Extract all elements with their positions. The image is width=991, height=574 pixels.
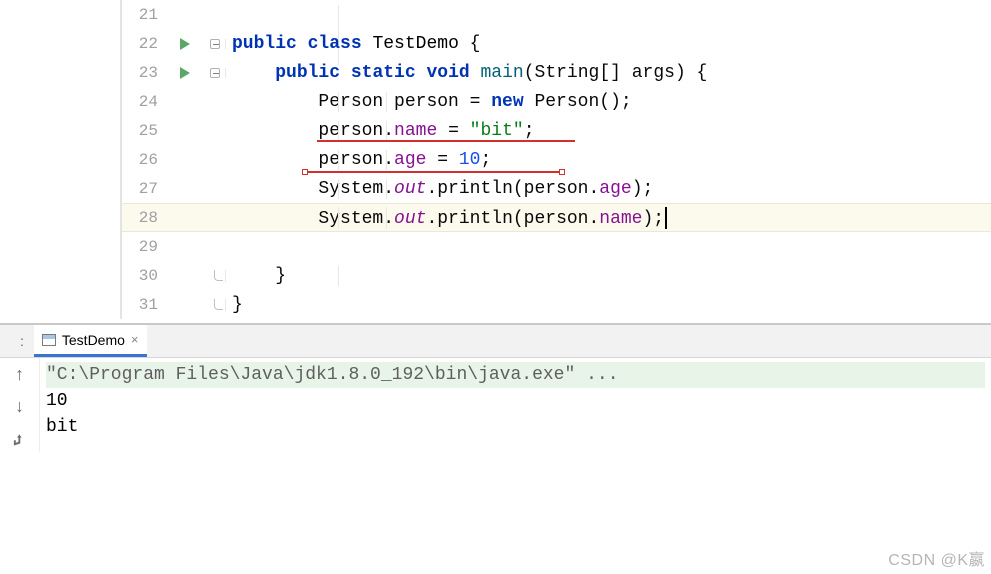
application-icon (42, 334, 56, 346)
fold-close-icon[interactable] (210, 270, 220, 282)
line-number: 31 (122, 296, 166, 314)
console-toolbar: ↑ ↓ ⮐ (0, 358, 40, 452)
code-line[interactable]: 24 Person person = new Person(); (122, 87, 991, 116)
code-line[interactable]: 23 public static void main(String[] args… (122, 58, 991, 87)
line-number: 21 (122, 6, 166, 24)
run-gutter-icon[interactable] (166, 67, 204, 79)
scroll-down-icon[interactable]: ↓ (8, 396, 32, 420)
code-line[interactable]: 22 public class TestDemo { (122, 29, 991, 58)
soft-wrap-icon[interactable]: ⮐ (8, 428, 32, 452)
error-anchor (559, 169, 565, 175)
fold-open-icon[interactable] (210, 68, 220, 78)
line-number: 27 (122, 180, 166, 198)
error-underline (304, 171, 559, 173)
line-number: 23 (122, 64, 166, 82)
error-underline (317, 140, 575, 142)
watermark: CSDN @K嬴 (888, 546, 985, 570)
fold-open-icon[interactable] (210, 39, 220, 49)
console-output-line: 10 (46, 388, 985, 414)
scroll-up-icon[interactable]: ↑ (8, 364, 32, 388)
console-output-line: bit (46, 414, 985, 440)
run-tab-label: TestDemo (62, 332, 125, 348)
run-tool-window: : TestDemo × ↑ ↓ ⮐ "C:\Program Files\Jav… (0, 323, 991, 452)
code-line[interactable]: 29 (122, 232, 991, 261)
error-anchor (302, 169, 308, 175)
text-caret (665, 207, 667, 229)
console-command-line: "C:\Program Files\Java\jdk1.8.0_192\bin\… (46, 362, 985, 388)
run-gutter-icon[interactable] (166, 38, 204, 50)
fold-close-icon[interactable] (210, 299, 220, 311)
line-number: 24 (122, 93, 166, 111)
line-number: 30 (122, 267, 166, 285)
line-number: 25 (122, 122, 166, 140)
code-line[interactable]: 26 person.age = 10; (122, 145, 991, 174)
code-line[interactable]: 21 (122, 0, 991, 29)
code-line-active[interactable]: 28 System.out.println(person.name); (122, 203, 991, 232)
line-number: 28 (122, 209, 166, 227)
line-number: 22 (122, 35, 166, 53)
code-line[interactable]: 31 } (122, 290, 991, 319)
code-line[interactable]: 30 } (122, 261, 991, 290)
code-editor[interactable]: 21 22 public class TestDemo { 23 public … (120, 0, 991, 319)
line-number: 26 (122, 151, 166, 169)
run-config-tab[interactable]: TestDemo × (34, 325, 147, 357)
close-icon[interactable]: × (131, 332, 139, 347)
console-output[interactable]: "C:\Program Files\Java\jdk1.8.0_192\bin\… (40, 358, 991, 452)
code-line[interactable]: 25 person.name = "bit"; (122, 116, 991, 145)
code-line[interactable]: 27 System.out.println(person.age); (122, 174, 991, 203)
run-panel-label: : (20, 333, 24, 349)
line-number: 29 (122, 238, 166, 256)
